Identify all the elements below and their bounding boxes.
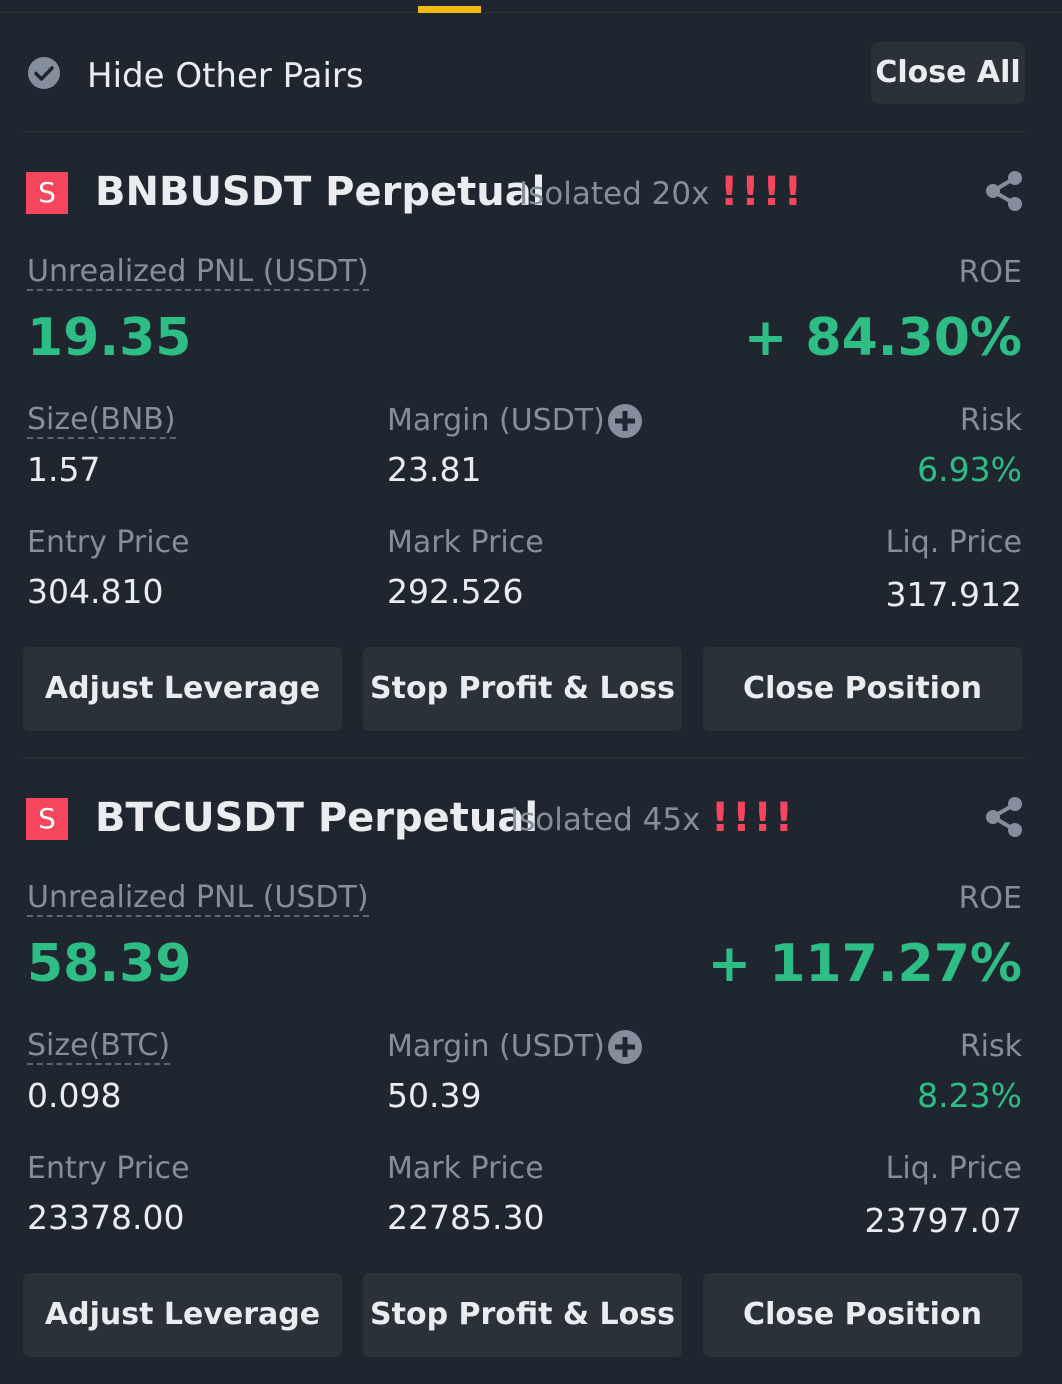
share-icon[interactable] — [984, 796, 1024, 838]
plus-circle-icon[interactable] — [607, 403, 643, 439]
size-label[interactable]: Size(BNB) — [27, 403, 176, 439]
margin-mode-leverage: Isolated 45x — [510, 802, 701, 838]
adjust-leverage-button[interactable]: Adjust Leverage — [23, 1273, 342, 1357]
mark-price-value: 22785.30 — [387, 1198, 545, 1237]
unrealized-pnl-label[interactable]: Unrealized PNL (USDT) — [27, 881, 369, 917]
side-badge-short: S — [26, 172, 68, 214]
liq-price-value: 23797.07 — [864, 1201, 1022, 1240]
roe-value: + 84.30% — [743, 308, 1022, 368]
roe-value: + 117.27% — [707, 934, 1022, 994]
position-symbol[interactable]: BTCUSDT Perpetual — [95, 792, 538, 844]
entry-price-value: 23378.00 — [27, 1198, 185, 1237]
risk-alert-marks: !!!! — [720, 169, 805, 215]
entry-price-label: Entry Price — [27, 525, 190, 560]
roe-label: ROE — [958, 881, 1022, 916]
positions-panel: Hide Other Pairs Close All S BNBUSDT Per… — [0, 0, 1062, 1384]
mark-price-value: 292.526 — [387, 572, 524, 611]
unrealized-pnl-value: 19.35 — [27, 308, 192, 368]
risk-value: 6.93% — [917, 450, 1022, 489]
side-badge-short: S — [26, 798, 68, 840]
risk-label: Risk — [959, 1029, 1022, 1064]
liq-price-label: Liq. Price — [885, 525, 1022, 560]
stop-profit-loss-button[interactable]: Stop Profit & Loss — [363, 1273, 682, 1357]
mark-price-label: Mark Price — [387, 525, 544, 560]
position-symbol[interactable]: BNBUSDT Perpetual — [95, 166, 545, 218]
position-card-bnbusdt: S BNBUSDT Perpetual Isolated 20x !!!! Un… — [0, 0, 1062, 731]
liq-price-label: Liq. Price — [885, 1151, 1022, 1186]
margin-label: Margin (USDT) — [387, 1029, 605, 1064]
size-value: 0.098 — [27, 1076, 122, 1115]
entry-price-label: Entry Price — [27, 1151, 190, 1186]
unrealized-pnl-value: 58.39 — [27, 934, 192, 994]
position-card-btcusdt: S BTCUSDT Perpetual Isolated 45x !!!! Un… — [0, 626, 1062, 1357]
unrealized-pnl-label[interactable]: Unrealized PNL (USDT) — [27, 255, 369, 291]
margin-value: 50.39 — [387, 1076, 482, 1115]
margin-value: 23.81 — [387, 450, 482, 489]
margin-label: Margin (USDT) — [387, 403, 605, 438]
roe-label: ROE — [958, 255, 1022, 290]
risk-alert-marks: !!!! — [711, 795, 796, 841]
share-icon[interactable] — [984, 170, 1024, 212]
size-label[interactable]: Size(BTC) — [27, 1029, 171, 1065]
margin-mode-leverage: Isolated 20x — [519, 176, 710, 212]
risk-label: Risk — [959, 403, 1022, 438]
mark-price-label: Mark Price — [387, 1151, 544, 1186]
close-position-button[interactable]: Close Position — [703, 1273, 1022, 1357]
entry-price-value: 304.810 — [27, 572, 164, 611]
liq-price-value: 317.912 — [885, 575, 1022, 614]
plus-circle-icon[interactable] — [607, 1029, 643, 1065]
size-value: 1.57 — [27, 450, 101, 489]
risk-value: 8.23% — [917, 1076, 1022, 1115]
